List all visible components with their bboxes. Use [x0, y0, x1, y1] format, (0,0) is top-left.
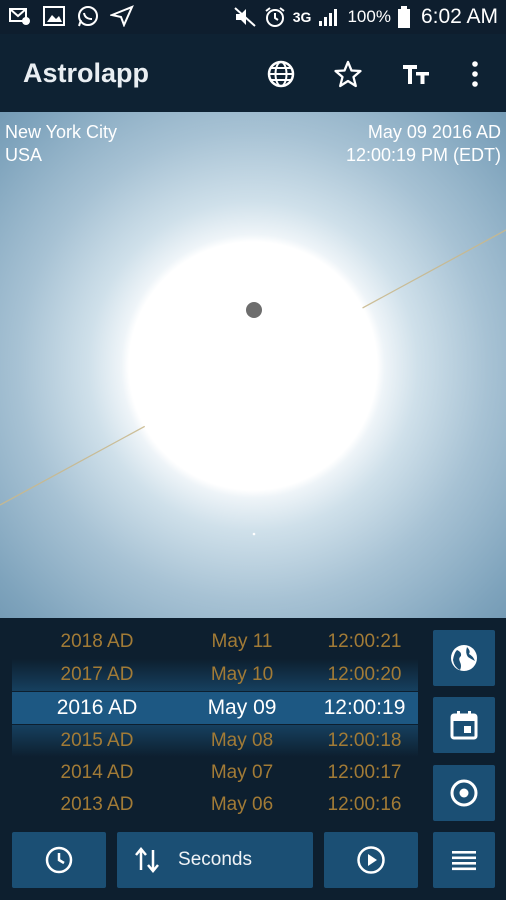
- sun-disc: [129, 242, 377, 490]
- wheel-date: May 10: [210, 664, 274, 685]
- wheel-date: May 07: [210, 762, 274, 783]
- wheel-time: 12:00:20: [327, 664, 402, 685]
- time-picker-panel: 2018 AD May 11 12:00:21 2017 AD May 10 1…: [0, 618, 506, 900]
- wheel-date: May 09: [207, 696, 277, 719]
- location-country: USA: [5, 145, 43, 165]
- wheel-year: 2013 AD: [60, 794, 134, 815]
- text-size-icon: [403, 65, 429, 84]
- wheel-row[interactable]: 2017 AD May 10 12:00:20: [12, 659, 418, 691]
- sky-chart: [0, 229, 506, 536]
- location-city: New York City: [5, 122, 118, 142]
- mute-icon: [234, 7, 256, 27]
- step-unit-label: Seconds: [178, 849, 252, 870]
- current-date: May 09 2016 AD: [367, 122, 501, 142]
- email-notification-icon: [9, 8, 30, 25]
- wheel-row[interactable]: 2013 AD May 06 12:00:16: [12, 789, 418, 818]
- location-label: New York City USA: [5, 121, 117, 167]
- text-size-button[interactable]: [398, 56, 434, 92]
- date-picker-button[interactable]: [433, 697, 495, 753]
- star-dot: [252, 532, 256, 536]
- wheel-row[interactable]: 2018 AD May 11 12:00:21: [12, 626, 418, 658]
- favorite-button[interactable]: [330, 56, 366, 92]
- alarm-icon: [265, 7, 285, 27]
- wheel-date: May 11: [211, 631, 273, 652]
- wheel-year: 2018 AD: [60, 631, 134, 652]
- time-wheel[interactable]: 2018 AD May 11 12:00:21 2017 AD May 10 1…: [12, 626, 418, 818]
- target-icon: [450, 779, 478, 807]
- wheel-year: 2016 AD: [56, 696, 138, 719]
- play-icon: [357, 846, 385, 874]
- location-button[interactable]: [263, 56, 299, 92]
- wheel-time: 12:00:19: [323, 696, 406, 719]
- image-icon: [43, 6, 65, 26]
- wheel-date: May 06: [210, 794, 274, 815]
- globe-icon: [267, 60, 295, 88]
- moon: [246, 302, 262, 318]
- menu-icon: [452, 851, 476, 871]
- app-title: Astrolapp: [23, 58, 150, 88]
- signal-icon: [319, 9, 338, 26]
- star-icon: [334, 60, 362, 88]
- clock-icon: [45, 846, 73, 874]
- status-time: 6:02 AM: [420, 5, 498, 28]
- wheel-time: 12:00:18: [327, 730, 402, 751]
- target-button[interactable]: [433, 765, 495, 821]
- status-bar: 3G 100% 6:02 AM: [0, 0, 506, 34]
- app-bar: Astrolapp: [0, 34, 506, 112]
- sky-view[interactable]: New York City USA May 09 2016 AD 12:00:1…: [0, 112, 506, 618]
- wheel-time: 12:00:17: [327, 762, 402, 783]
- network-type: 3G: [292, 9, 312, 25]
- wheel-year: 2017 AD: [60, 664, 134, 685]
- globe-icon: [451, 645, 477, 671]
- play-button[interactable]: [324, 832, 418, 888]
- whatsapp-icon: [78, 6, 98, 27]
- battery-icon: [397, 6, 410, 28]
- vpn-send-icon: [110, 5, 134, 27]
- more-vert-icon: [472, 61, 478, 87]
- wheel-date: May 08: [210, 730, 274, 751]
- datetime-label: May 09 2016 AD 12:00:19 PM (EDT): [346, 121, 501, 167]
- wheel-time: 12:00:21: [327, 631, 402, 652]
- wheel-row[interactable]: 2015 AD May 08 12:00:18: [12, 725, 418, 757]
- calendar-icon: [450, 711, 478, 740]
- wheel-row-selected[interactable]: 2016 AD May 09 12:00:19: [12, 692, 418, 724]
- wheel-time: 12:00:16: [327, 794, 402, 815]
- time-mode-button[interactable]: [12, 832, 106, 888]
- wheel-year: 2015 AD: [60, 730, 134, 751]
- location-picker-button[interactable]: [433, 630, 495, 686]
- wheel-row[interactable]: 2014 AD May 07 12:00:17: [12, 757, 418, 789]
- swap-vertical-icon: [135, 847, 159, 873]
- battery-level: 100%: [347, 7, 391, 26]
- menu-button[interactable]: [433, 832, 495, 888]
- overflow-menu-button[interactable]: [457, 56, 493, 92]
- step-unit-button[interactable]: Seconds: [117, 832, 313, 888]
- wheel-year: 2014 AD: [60, 762, 134, 783]
- current-time: 12:00:19 PM (EDT): [345, 145, 501, 165]
